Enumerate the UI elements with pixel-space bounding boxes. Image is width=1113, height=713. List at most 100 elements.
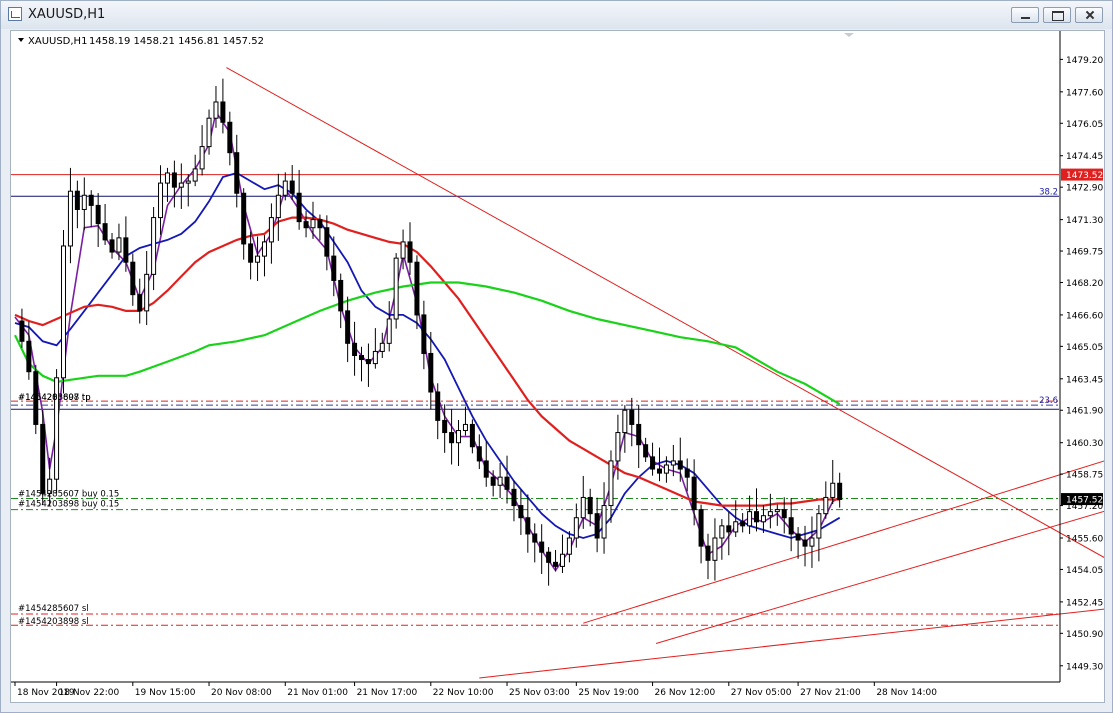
time-tick-label: 27 Nov 21:00: [800, 688, 861, 698]
time-tick-label: 28 Nov 14:00: [876, 688, 937, 698]
candle-body: [102, 223, 108, 241]
candle-body: [40, 423, 46, 494]
candle-body: [559, 553, 565, 567]
candle-body: [268, 217, 274, 243]
candle-body: [573, 517, 579, 539]
candle-body: [511, 488, 517, 507]
candle-body: [67, 190, 73, 247]
price-axis: 1479.20 1477.60 1476.05 1474.45 1472.90 1471.…: [11, 31, 1103, 683]
candle-body: [497, 476, 503, 486]
price-marker-label: 1473.52: [1066, 171, 1103, 181]
candle-body: [109, 239, 115, 253]
candle-body: [393, 257, 399, 320]
price-tick-label: 1479.20: [1066, 56, 1103, 66]
candle-body: [760, 515, 766, 523]
maximize-icon: [1052, 11, 1064, 21]
time-tick-label: 21 Nov 01:00: [287, 688, 348, 698]
candle-body: [310, 219, 316, 229]
candle-body: [164, 172, 170, 184]
candle-body: [774, 509, 780, 513]
candle-body: [88, 194, 94, 206]
candle-body: [137, 294, 143, 312]
candle-body: [525, 517, 531, 535]
candle-body: [650, 456, 656, 470]
candle-body: [566, 537, 572, 555]
chart-window: XAUUSD,H1 #1454285607 tp #1454203898 tp #1…: [0, 0, 1113, 713]
candle-body: [220, 101, 226, 123]
window-titlebar[interactable]: XAUUSD,H1: [1, 1, 1112, 29]
window-title: XAUUSD,H1: [28, 7, 106, 22]
candle-body: [365, 359, 371, 365]
candle-body: [130, 261, 136, 296]
candle-body: [199, 146, 205, 170]
candle-body: [275, 194, 281, 219]
candle-body: [580, 496, 586, 519]
chart-header: XAUUSD,H1 1458.19 1458.21 1456.81 1457.5…: [18, 33, 854, 47]
order-labels-layer: #1454285607 tp#1454203898 tp#1454285607 …: [18, 393, 119, 627]
candle-body: [241, 192, 247, 245]
chart-shift-marker: [844, 33, 854, 37]
candle-body: [296, 192, 302, 223]
minimize-button[interactable]: [1011, 7, 1039, 23]
order-label-1: #1454203898 tp: [18, 393, 91, 403]
maximize-button[interactable]: [1043, 7, 1071, 23]
symbol-dropdown-icon[interactable]: [18, 38, 24, 42]
candle-body: [788, 517, 794, 535]
candle-body: [74, 190, 80, 210]
candle-body: [823, 496, 829, 515]
candle-body: [158, 182, 164, 219]
candle-body: [400, 241, 406, 259]
price-chart[interactable]: #1454285607 tp#1454203898 tp#1454285607 …: [11, 31, 1104, 702]
fibo-labels-layer: 38.2 23.6: [1039, 187, 1058, 406]
trendline-1[interactable]: [583, 455, 1104, 624]
trendline-0[interactable]: [226, 67, 1104, 569]
candle-body: [469, 423, 475, 448]
order-label-4: #1454285607 sl: [18, 604, 89, 614]
fibo-label-0: 38.2: [1039, 187, 1058, 197]
candle-body: [483, 460, 489, 478]
candle-body: [802, 539, 808, 547]
candle-body: [359, 354, 364, 361]
candle-body: [428, 352, 434, 393]
chart-frame[interactable]: #1454285607 tp #1454203898 tp #1454285607 …: [10, 30, 1105, 703]
fibo-label-1: 23.6: [1039, 396, 1058, 406]
candle-body: [248, 243, 254, 263]
candle-body: [81, 194, 87, 210]
candle-body: [213, 101, 219, 119]
candle-body: [61, 245, 67, 379]
candle-body: [442, 419, 448, 434]
candle-body: [386, 318, 392, 344]
candle-body: [116, 237, 122, 253]
candle-body: [754, 511, 760, 523]
time-tick-label: 26 Nov 12:00: [655, 688, 716, 698]
candle-body: [532, 533, 538, 543]
trendlines-layer: [226, 67, 1104, 679]
candle-body: [740, 521, 746, 527]
order-label-5: #1454203898 sl: [18, 617, 89, 627]
candle-body: [372, 350, 378, 365]
time-tick-label: 27 Nov 05:00: [731, 688, 792, 698]
close-button[interactable]: [1075, 7, 1103, 23]
price-tick-label: 1452.45: [1066, 598, 1103, 608]
candle-body: [781, 509, 787, 519]
candle-body: [407, 241, 413, 263]
price-tick-label: 1477.60: [1066, 88, 1103, 98]
time-tick-label: 20 Nov 08:00: [211, 688, 272, 698]
chart-ohlc: 1458.19 1458.21 1456.81 1457.52: [89, 36, 264, 47]
price-tick-label: 1465.05: [1066, 343, 1103, 353]
candle-body: [421, 314, 427, 354]
price-tick-label: 1463.45: [1066, 375, 1103, 385]
candle-body: [352, 342, 358, 356]
trendline-3[interactable]: [479, 607, 1104, 679]
candle-body: [712, 537, 718, 561]
price-tick-label: 1476.05: [1066, 120, 1103, 130]
candle-body: [670, 460, 676, 466]
candle-body: [178, 182, 184, 188]
price-tick-label: 1460.30: [1066, 439, 1103, 449]
candle-body: [151, 217, 157, 275]
candle-body: [449, 432, 455, 444]
candle-body: [684, 468, 690, 478]
candle-body: [809, 537, 815, 547]
candle-body: [622, 409, 628, 434]
candle-body: [282, 180, 288, 196]
